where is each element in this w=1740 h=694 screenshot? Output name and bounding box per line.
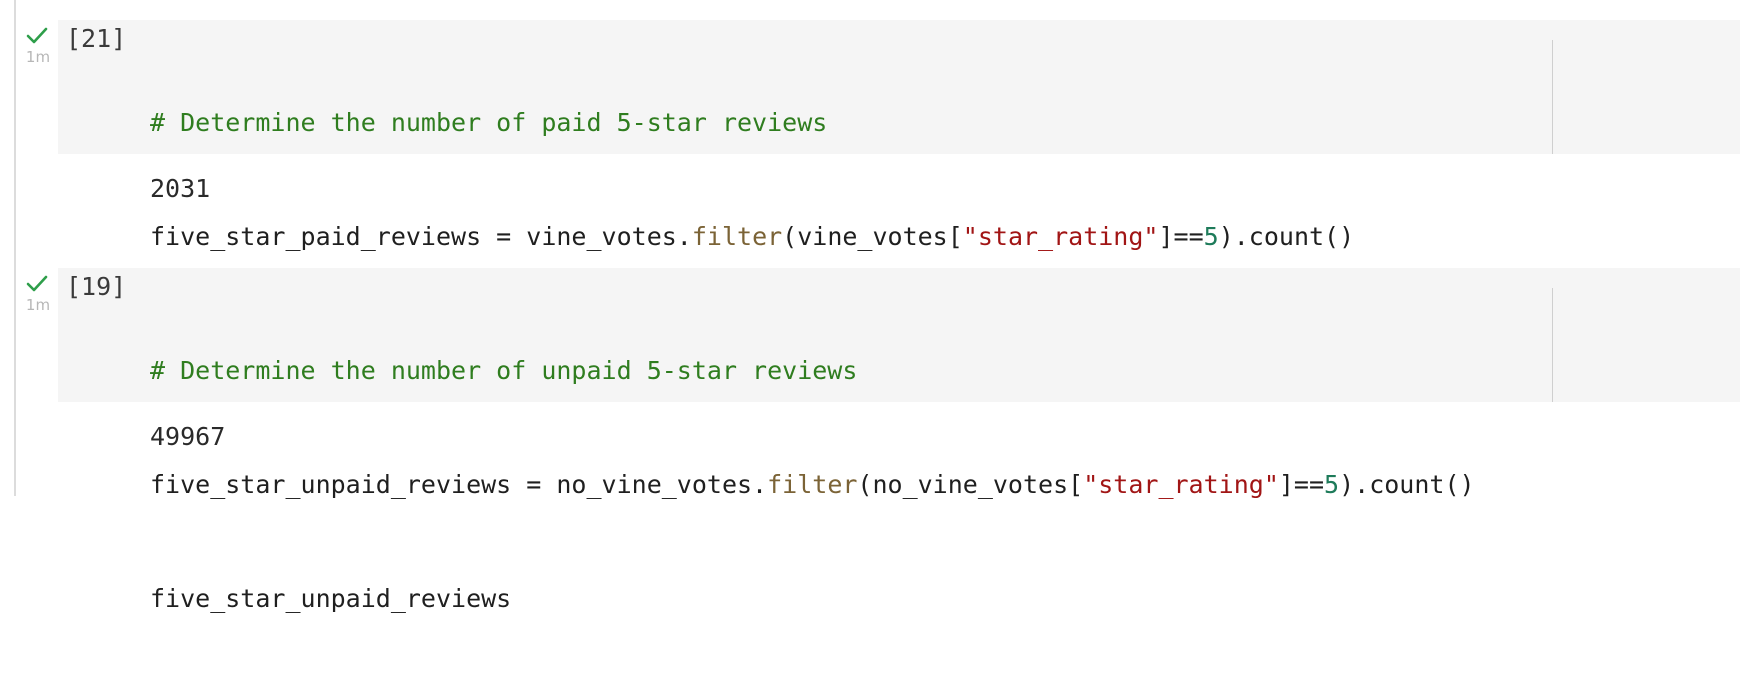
code-assignment: five_star_unpaid_reviews = no_vine_votes… — [150, 470, 768, 499]
code-operator: ]== — [1158, 222, 1204, 251]
code-arg: (no_vine_votes[ — [857, 470, 1084, 499]
check-icon — [26, 27, 48, 44]
elapsed-time: 1m — [25, 48, 51, 66]
code-number: 5 — [1324, 470, 1340, 499]
code-line-filter: five_star_paid_reviews = vine_votes.filt… — [150, 218, 1354, 256]
code-tail: ).count() — [1339, 470, 1475, 499]
cell-output: 2031 — [150, 174, 211, 203]
code-variable: five_star_unpaid_reviews — [150, 584, 512, 613]
notebook-left-rule — [14, 0, 16, 496]
code-arg: (vine_votes[ — [782, 222, 963, 251]
code-lines[interactable]: # Determine the number of unpaid 5-star … — [150, 276, 1475, 694]
code-string: "star_rating" — [1083, 470, 1279, 499]
code-string: "star_rating" — [962, 222, 1159, 251]
execution-count: [21] — [66, 24, 127, 53]
code-comment: # Determine the number of paid 5-star re… — [150, 108, 828, 137]
code-tail: ).count() — [1218, 222, 1355, 251]
code-function: filter — [767, 470, 858, 499]
execution-count: [19] — [66, 272, 127, 301]
code-editor[interactable]: [21] # Determine the number of paid 5-st… — [58, 20, 1740, 365]
code-editor[interactable]: [19] # Determine the number of unpaid 5-… — [58, 268, 1740, 613]
elapsed-time: 1m — [25, 296, 51, 314]
code-operator: ]== — [1278, 470, 1325, 499]
code-line-comment: # Determine the number of unpaid 5-star … — [150, 352, 1475, 390]
code-line-comment: # Determine the number of paid 5-star re… — [150, 104, 1354, 142]
line-length-ruler — [1552, 288, 1553, 402]
code-number: 5 — [1203, 222, 1219, 251]
code-line-variable: five_star_unpaid_reviews — [150, 580, 1475, 618]
cell-output: 49967 — [150, 422, 226, 451]
check-icon — [26, 275, 48, 292]
code-function: filter — [691, 222, 783, 251]
line-length-ruler — [1552, 40, 1553, 154]
code-comment: # Determine the number of unpaid 5-star … — [150, 356, 858, 385]
code-line-filter: five_star_unpaid_reviews = no_vine_votes… — [150, 466, 1475, 504]
code-assignment: five_star_paid_reviews = vine_votes. — [150, 222, 692, 251]
